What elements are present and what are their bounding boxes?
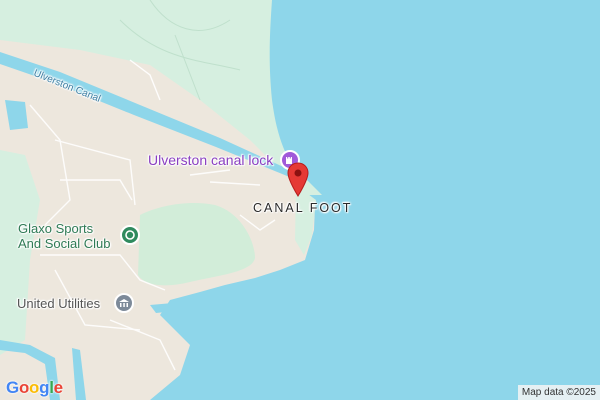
utilities-label[interactable]: United Utilities (17, 296, 100, 312)
google-logo-letter: g (39, 378, 50, 397)
sports-circle-icon[interactable] (120, 225, 140, 245)
google-logo-letter: o (18, 378, 30, 397)
google-logo-letter: o (29, 378, 40, 397)
google-logo-letter: G (6, 378, 19, 397)
building-icon[interactable] (114, 293, 134, 313)
map-base-layer (0, 0, 600, 400)
glaxo-label[interactable]: Glaxo Sports And Social Club (18, 221, 111, 252)
google-logo: Google (6, 378, 63, 398)
area-label: CANAL FOOT (253, 201, 353, 215)
map-pin-icon[interactable] (286, 162, 310, 198)
google-logo-letter: e (53, 378, 63, 397)
map-attribution[interactable]: Map data ©2025 (517, 385, 600, 400)
lock-label[interactable]: Ulverston canal lock (148, 152, 273, 168)
map-canvas[interactable]: Ulverston Canal Ulverston canal lock CAN… (0, 0, 600, 400)
